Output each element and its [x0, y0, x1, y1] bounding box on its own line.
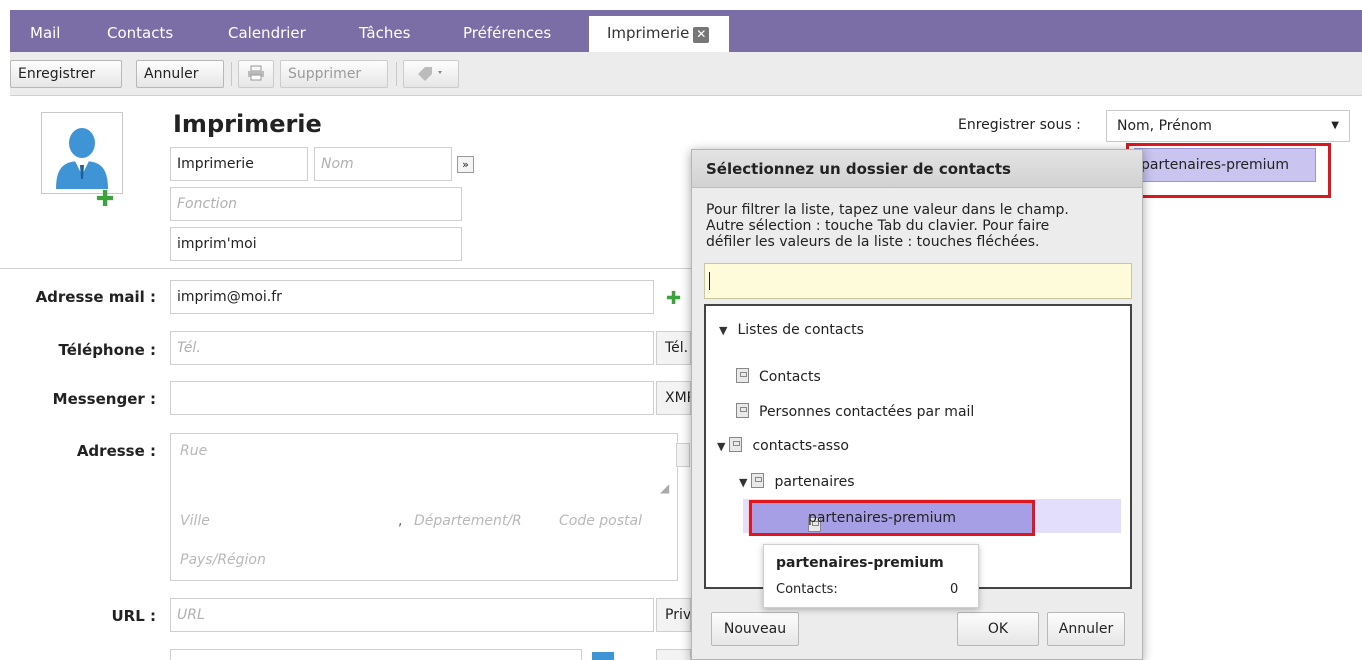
tooltip-title: partenaires-premium	[776, 555, 944, 571]
next-type-select[interactable]	[656, 649, 691, 660]
address-type-select[interactable]	[676, 443, 690, 467]
tab-tasks[interactable]: Tâches	[359, 20, 410, 46]
url-label: URL :	[111, 607, 156, 625]
phone-field[interactable]: Tél.	[170, 331, 654, 365]
address-label: Adresse :	[76, 442, 156, 460]
contact-photo[interactable]	[41, 112, 123, 194]
phone-label: Téléphone :	[58, 341, 156, 359]
tree-node-root[interactable]: ▼ Listes de contacts	[719, 320, 864, 341]
tree-node-premium[interactable]: partenaires-premium	[749, 500, 1035, 536]
messenger-field[interactable]	[170, 381, 654, 415]
divider	[0, 268, 700, 269]
help-line: défiler les valeurs de la liste : touche…	[706, 234, 1040, 250]
save-as-select[interactable]: Nom, Prénom ▼	[1106, 110, 1350, 142]
tree-node-label: Contacts	[759, 369, 821, 385]
tab-contacts[interactable]: Contacts	[107, 20, 173, 46]
resize-grip-icon[interactable]: ◢	[660, 481, 669, 495]
tree-node-contacts[interactable]: Contacts	[736, 367, 821, 387]
tree-node-label: partenaires-premium	[808, 510, 957, 526]
toolbar-separator	[396, 62, 397, 86]
tab-preferences[interactable]: Préférences	[463, 20, 551, 46]
tree-node-label: Listes de contacts	[737, 322, 864, 338]
tab-mail[interactable]: Mail	[30, 20, 60, 46]
expand-name-button[interactable]: »	[457, 156, 474, 173]
save-as-value: Nom, Prénom	[1117, 118, 1212, 134]
contact-heading: Imprimerie	[173, 110, 322, 138]
cancel-button[interactable]: Annuler	[136, 60, 224, 88]
tree-node-mailed[interactable]: Personnes contactées par mail	[736, 402, 974, 422]
url-field[interactable]: URL	[170, 598, 654, 632]
tag-icon[interactable]	[403, 60, 459, 88]
help-line: Autre sélection : touche Tab du clavier.…	[706, 218, 1050, 234]
phone-type-select[interactable]: Tél.	[656, 331, 691, 365]
street-field[interactable]	[172, 435, 676, 499]
tab-calendar[interactable]: Calendrier	[228, 20, 306, 46]
tooltip-count-label: Contacts:	[776, 582, 838, 597]
country-placeholder[interactable]: Pays/Région	[180, 552, 266, 568]
save-button[interactable]: Enregistrer	[10, 60, 122, 88]
dialog-cancel-button[interactable]: Annuler	[1047, 612, 1125, 646]
folder-tooltip: partenaires-premium Contacts: 0	[763, 544, 979, 608]
messenger-label: Messenger :	[52, 390, 156, 408]
save-as-label: Enregistrer sous :	[958, 117, 1081, 133]
address-book-icon	[751, 473, 765, 488]
toolbar-separator	[231, 62, 232, 86]
add-email-icon[interactable]: ✚	[666, 288, 681, 309]
first-name-field[interactable]: Imprimerie	[170, 147, 308, 181]
company-field[interactable]: imprim'moi	[170, 227, 462, 261]
email-field[interactable]: imprim@moi.fr	[170, 280, 654, 314]
email-label: Adresse mail :	[35, 288, 156, 306]
app-tab-bar: Mail Contacts Calendrier Tâches Préféren…	[0, 0, 1362, 52]
tooltip-count-value: 0	[950, 582, 959, 597]
address-book-icon	[729, 437, 743, 452]
postal-placeholder[interactable]: Code postal	[559, 513, 642, 529]
delete-button[interactable]: Supprimer	[280, 60, 388, 88]
next-field[interactable]	[170, 649, 582, 660]
text-caret	[709, 272, 710, 290]
address-book-icon	[736, 403, 749, 418]
dialog-title: Sélectionnez un dossier de contacts	[692, 150, 1142, 188]
url-type-select[interactable]: Privé	[656, 598, 691, 632]
expanded-triangle-icon[interactable]: ▼	[719, 321, 727, 341]
filter-input[interactable]	[704, 263, 1132, 299]
expanded-triangle-icon[interactable]: ▼	[717, 437, 725, 457]
ok-button[interactable]: OK	[957, 612, 1039, 646]
help-line: Pour filtrer la liste, tapez une valeur …	[706, 202, 1069, 218]
expanded-triangle-icon[interactable]: ▼	[739, 473, 747, 493]
comma-separator: ,	[398, 513, 403, 529]
tab-imprimerie[interactable]: Imprimerie ✕	[589, 16, 730, 52]
function-field[interactable]: Fonction	[170, 187, 462, 221]
chevron-down-icon: ▼	[1331, 120, 1339, 131]
city-placeholder[interactable]: Ville	[180, 513, 210, 529]
toolbar: Enregistrer Annuler Supprimer	[10, 52, 1362, 96]
region-placeholder[interactable]: Département/R	[414, 513, 522, 529]
new-folder-button[interactable]: Nouveau	[711, 612, 799, 646]
messenger-type-select[interactable]: XMPP	[656, 381, 691, 415]
close-icon[interactable]: ✕	[693, 27, 710, 43]
tree-node-label: partenaires	[774, 474, 855, 490]
tree-node-label: Personnes contactées par mail	[759, 404, 975, 420]
tab-imprimerie-label: Imprimerie	[607, 24, 690, 42]
tree-node-label: contacts-asso	[752, 438, 849, 454]
street-placeholder: Rue	[180, 443, 208, 459]
highlight-box	[1126, 143, 1331, 198]
dialog-help-text: Pour filtrer la liste, tapez une valeur …	[706, 202, 1136, 250]
print-icon[interactable]	[238, 60, 274, 88]
avatar-icon	[56, 128, 108, 189]
last-name-field[interactable]: Nom	[314, 147, 452, 181]
add-photo-icon[interactable]: ✚	[96, 189, 114, 211]
address-book-icon	[736, 368, 749, 383]
tree-node-asso[interactable]: ▼ contacts-asso	[717, 436, 849, 457]
calendar-icon[interactable]	[592, 652, 614, 660]
tree-node-partners[interactable]: ▼ partenaires	[739, 472, 855, 493]
